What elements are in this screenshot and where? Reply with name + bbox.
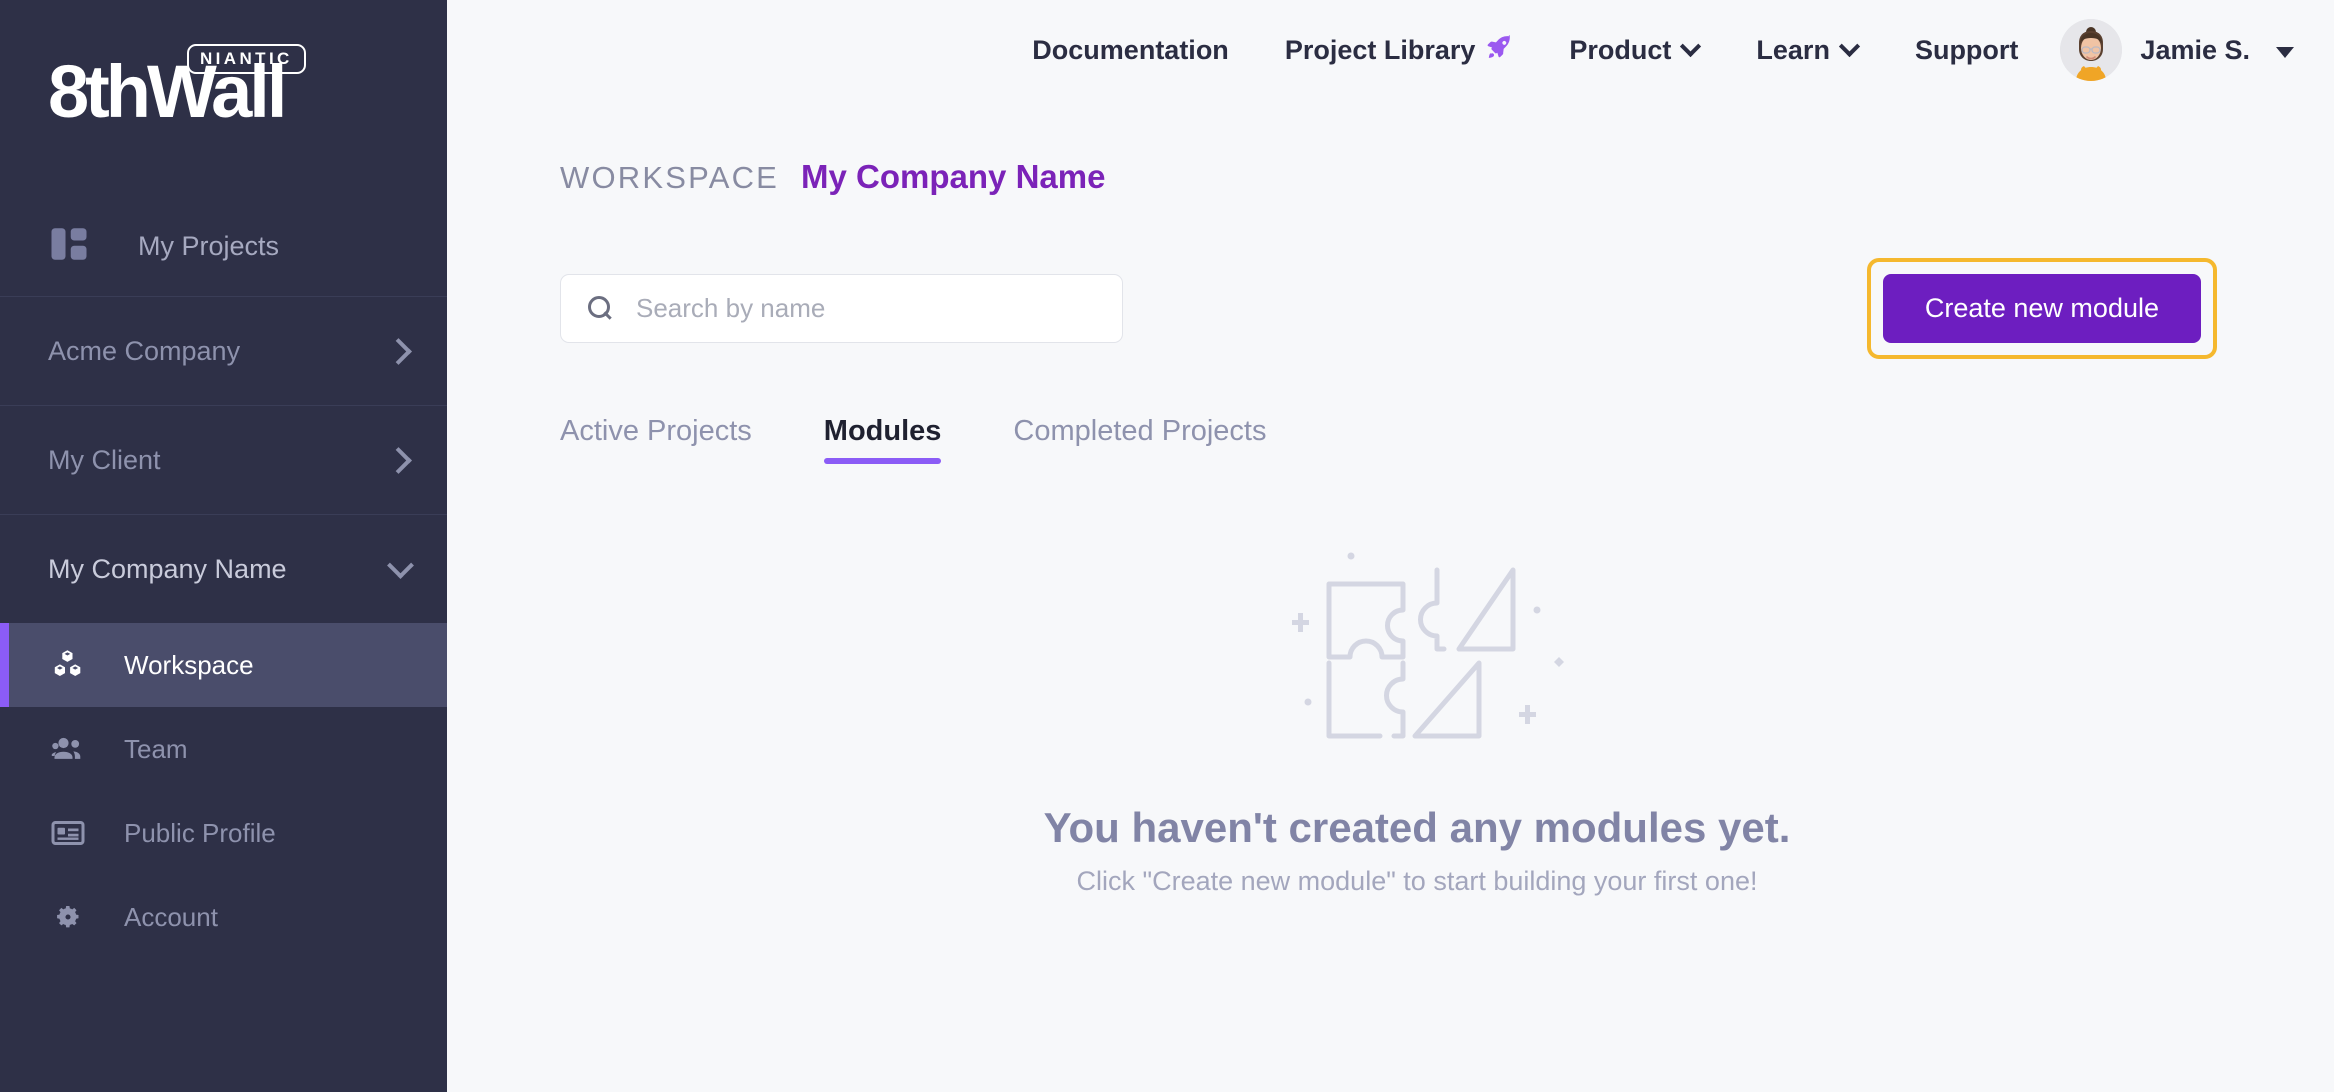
main-area: Documentation Project Library Product Le… — [447, 0, 2334, 1092]
logo-wall: Wall — [147, 50, 284, 133]
top-navigation: Documentation Project Library Product Le… — [447, 0, 2334, 100]
sidebar-workspace-my-company-name[interactable]: My Company Name — [0, 514, 447, 623]
empty-state-title: You haven't created any modules yet. — [1044, 804, 1791, 852]
toolbar-row: Create new module — [560, 258, 2274, 359]
nav-project-library[interactable]: Project Library — [1285, 33, 1514, 68]
sidebar: NIANTIC 8thWall My Projects Acme Company… — [0, 0, 447, 1092]
sidebar-workspace-my-client[interactable]: My Client — [0, 405, 447, 514]
rocket-icon — [1485, 33, 1513, 68]
nav-learn[interactable]: Learn — [1756, 35, 1859, 66]
nav-label: Project Library — [1285, 35, 1476, 66]
chevron-down-icon — [1683, 39, 1700, 56]
search-input[interactable] — [636, 293, 1056, 324]
app-root: NIANTIC 8thWall My Projects Acme Company… — [0, 0, 2334, 1092]
chevron-down-icon — [387, 556, 413, 582]
tab-active-projects[interactable]: Active Projects — [560, 415, 752, 464]
brand-logo[interactable]: NIANTIC 8thWall — [0, 0, 447, 196]
user-name[interactable]: Jamie S. — [2140, 35, 2250, 66]
nav-documentation[interactable]: Documentation — [1032, 35, 1229, 66]
create-new-module-button[interactable]: Create new module — [1883, 274, 2201, 343]
puzzle-pieces-icon — [1247, 524, 1587, 754]
search-box[interactable] — [560, 274, 1123, 343]
nav-label: Support — [1915, 35, 2018, 66]
logo-8th: 8th — [48, 50, 147, 133]
sidebar-item-label: Account — [124, 902, 218, 933]
cubes-icon — [48, 647, 88, 683]
tab-modules[interactable]: Modules — [824, 415, 942, 464]
chevron-right-icon — [387, 338, 413, 364]
page-title: My Company Name — [801, 158, 1105, 196]
workspace-label: My Company Name — [48, 554, 387, 585]
sidebar-item-label: Team — [124, 734, 188, 765]
tab-completed-projects[interactable]: Completed Projects — [1013, 415, 1266, 464]
nav-label: Documentation — [1032, 35, 1229, 66]
grid-icon — [48, 223, 94, 270]
sidebar-workspace-acme-company[interactable]: Acme Company — [0, 296, 447, 405]
page-kicker: WORKSPACE — [560, 160, 779, 196]
sidebar-item-team[interactable]: Team — [0, 707, 447, 791]
workspace-label: Acme Company — [48, 336, 387, 367]
id-card-icon — [48, 815, 88, 851]
sidebar-item-label: Workspace — [124, 650, 254, 681]
sidebar-item-account[interactable]: Account — [0, 875, 447, 959]
chevron-right-icon — [387, 447, 413, 473]
nav-label: Product — [1569, 35, 1671, 66]
nav-support[interactable]: Support — [1915, 35, 2018, 66]
empty-state-subtitle: Click "Create new module" to start build… — [1077, 866, 1758, 897]
avatar[interactable] — [2060, 19, 2122, 81]
gear-icon — [48, 900, 88, 934]
eighthwall-wordmark: 8thWall — [48, 55, 284, 129]
search-icon — [588, 296, 614, 322]
sidebar-item-label: My Projects — [138, 231, 279, 262]
nav-product[interactable]: Product — [1569, 35, 1700, 66]
chevron-down-icon — [1842, 39, 1859, 56]
workspace-header: WORKSPACE My Company Name — [560, 158, 2274, 196]
sidebar-item-workspace[interactable]: Workspace — [0, 623, 447, 707]
chevron-down-icon[interactable] — [2276, 47, 2294, 58]
content-area: WORKSPACE My Company Name Create new mod… — [447, 158, 2334, 897]
create-module-highlight: Create new module — [1867, 258, 2217, 359]
sidebar-item-label: Public Profile — [124, 818, 276, 849]
sidebar-item-public-profile[interactable]: Public Profile — [0, 791, 447, 875]
empty-state: You haven't created any modules yet. Cli… — [560, 524, 2274, 897]
workspace-label: My Client — [48, 445, 387, 476]
nav-label: Learn — [1756, 35, 1830, 66]
sidebar-item-my-projects[interactable]: My Projects — [0, 196, 447, 296]
tab-bar: Active Projects Modules Completed Projec… — [560, 415, 2274, 464]
people-icon — [48, 731, 88, 767]
